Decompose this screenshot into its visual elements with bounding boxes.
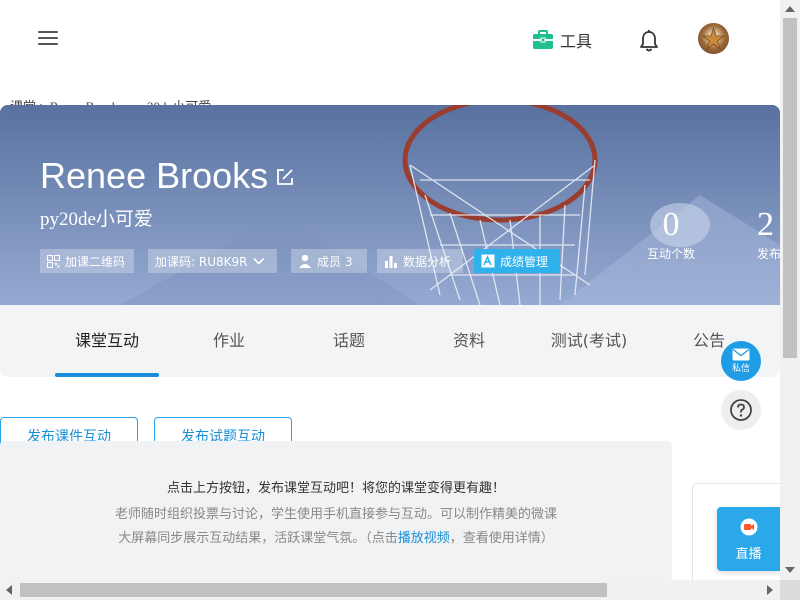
- empty-state-desc-2: 大屏幕同步展示互动结果，活跃课堂气氛。（点击播放视频，查看使用详情）: [0, 527, 672, 546]
- stat-interactions-value: 0: [662, 206, 680, 243]
- edit-icon[interactable]: [275, 167, 295, 187]
- empty-state-desc-1: 老师随时组织投票与讨论，学生使用手机直接参与互动。可以制作精美的微课: [114, 507, 557, 522]
- scroll-right-icon[interactable]: [767, 585, 773, 595]
- stat-interactions-label: 互动个数: [646, 247, 695, 261]
- scrollbar-corner: [780, 580, 800, 600]
- qrcode-chip[interactable]: 加课二维码: [40, 249, 134, 273]
- grades-icon: [481, 254, 495, 268]
- chevron-down-icon: [253, 257, 265, 265]
- horizontal-scrollbar[interactable]: [0, 580, 780, 600]
- tab-bar: 课堂互动 作业 话题 资料 测试(考试) 公告: [0, 305, 780, 377]
- menu-icon[interactable]: [38, 27, 62, 49]
- bell-icon[interactable]: [638, 29, 660, 53]
- active-tab-indicator: [55, 373, 159, 377]
- avatar[interactable]: [698, 23, 729, 54]
- play-video-link[interactable]: 播放视频: [398, 531, 450, 546]
- private-message-button[interactable]: 私信: [721, 341, 761, 381]
- grades-label: 成绩管理: [500, 254, 549, 269]
- user-icon: [299, 254, 311, 268]
- empty-state-title: 点击上方按钮，发布课堂互动吧！将您的课堂变得更有趣！: [166, 481, 505, 496]
- analytics-chip[interactable]: 数据分析: [377, 249, 463, 273]
- stat-published-label: 发布: [757, 247, 780, 261]
- horizontal-scroll-thumb[interactable]: [20, 583, 607, 597]
- course-subtitle: py20de小可爱: [40, 209, 153, 230]
- top-bar: 工具: [0, 0, 780, 80]
- starfish-icon: [702, 27, 725, 50]
- question-icon: [730, 399, 752, 421]
- members-chip[interactable]: 成员 3: [291, 249, 367, 273]
- course-title: Renee Brooks: [40, 155, 269, 196]
- live-label: 直播: [735, 547, 762, 562]
- empty-state-panel: 点击上方按钮，发布课堂互动吧！将您的课堂变得更有趣！ 老师随时组织投票与讨论，学…: [0, 441, 672, 581]
- tools-button[interactable]: 工具: [532, 28, 592, 52]
- join-code-label: 加课码: RU8K9R: [155, 254, 248, 269]
- scroll-down-icon[interactable]: [785, 567, 795, 573]
- stat-published-value: 2: [757, 206, 774, 243]
- tab-materials[interactable]: 资料: [430, 305, 508, 377]
- tab-homework[interactable]: 作业: [190, 305, 268, 377]
- tab-classroom-interaction[interactable]: 课堂互动: [55, 305, 159, 377]
- grades-chip[interactable]: 成绩管理: [474, 249, 560, 273]
- stat-published: 2 发布: [757, 205, 780, 262]
- tab-tests[interactable]: 测试(考试): [540, 305, 638, 377]
- bar-chart-icon: [385, 256, 397, 268]
- help-button[interactable]: [721, 390, 761, 430]
- private-message-label: 私信: [731, 364, 750, 374]
- live-icon: [740, 518, 757, 536]
- qrcode-label: 加课二维码: [65, 254, 126, 269]
- members-label: 成员 3: [317, 254, 353, 269]
- stat-interactions: 0 互动个数: [640, 205, 702, 262]
- qrcode-icon: [47, 254, 60, 268]
- toolbox-icon: [533, 30, 553, 49]
- live-stream-button[interactable]: 直播: [717, 507, 780, 571]
- join-code-chip[interactable]: 加课码: RU8K9R: [148, 249, 277, 273]
- course-banner: Renee Brooks py20de小可爱 加课二维码 加课码: RU8K9R…: [0, 105, 780, 305]
- scroll-up-icon[interactable]: [785, 6, 795, 12]
- mail-icon: [732, 348, 750, 361]
- tab-topics[interactable]: 话题: [310, 305, 388, 377]
- scroll-left-icon[interactable]: [6, 585, 12, 595]
- tools-label: 工具: [560, 32, 593, 51]
- vertical-scrollbar[interactable]: [780, 0, 800, 580]
- analytics-label: 数据分析: [403, 254, 452, 269]
- empty-state-desc-2-suffix: ，查看使用详情）: [449, 531, 554, 546]
- vertical-scroll-thumb[interactable]: [783, 18, 797, 358]
- empty-state-desc-2-prefix: 大屏幕同步展示互动结果，活跃课堂气氛。（点击: [118, 531, 398, 546]
